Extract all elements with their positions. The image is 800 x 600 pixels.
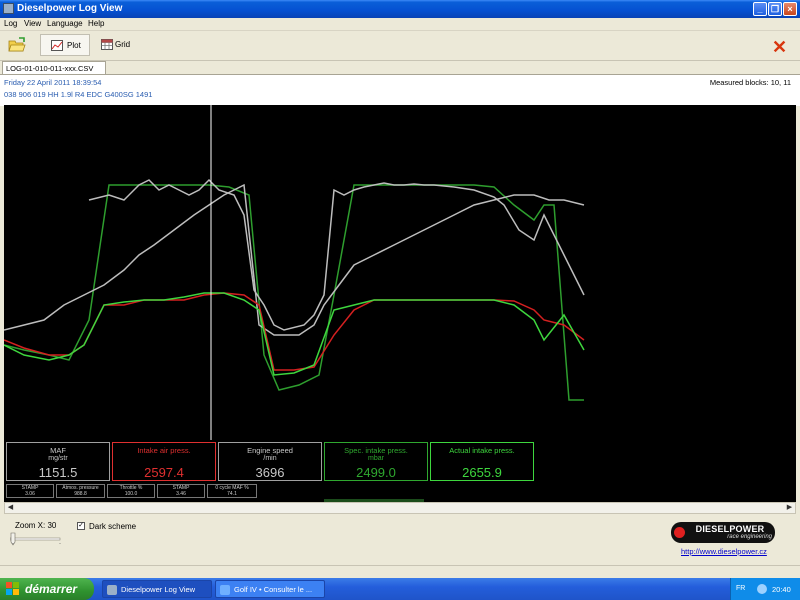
dark-scheme-label[interactable]: Dark scheme	[89, 522, 136, 531]
gauge-spec-intake-press: Spec. intake press. mbar 2499.0	[324, 442, 428, 481]
gauge-name: Actual intake press.	[449, 446, 515, 455]
clock: 20:40	[772, 585, 791, 594]
grid-button[interactable]: Grid	[98, 34, 138, 56]
dieselpower-logo: DIESELPOWER race engineering	[671, 522, 775, 543]
gauge-value: 1151.5	[38, 465, 78, 480]
language-indicator[interactable]: FR	[736, 585, 745, 592]
gauge-engine-speed: Engine speed /min 3696	[218, 442, 322, 481]
grid-label: Grid	[115, 40, 131, 49]
mini-gauge: Throttle % 100.0	[107, 484, 155, 498]
gauge-value: 3696	[255, 465, 285, 480]
scroll-right-arrow-icon[interactable]: ▶	[784, 503, 795, 513]
mini-gauge-value: 74.1	[227, 491, 237, 497]
gauge-name: MAF	[50, 446, 66, 455]
mini-gauge-value: 100.0	[124, 491, 138, 497]
gauge-unit: mg/str	[48, 455, 68, 462]
gauge-maf: MAF mg/str 1151.5	[6, 442, 110, 481]
log-info-panel: Friday 22 April 2011 18:39:54 038 906 01…	[0, 74, 800, 106]
zoom-label: Zoom X: 30	[15, 521, 57, 530]
gauge-value: 2597.4	[144, 465, 184, 480]
measured-blocks: Measured blocks: 10, 11	[709, 78, 791, 87]
window-title: Dieselpower Log View	[17, 3, 123, 14]
gauge-intake-air-press: Intake air press. 2597.4	[112, 442, 216, 481]
app-icon	[3, 3, 14, 14]
windows-logo-icon	[6, 582, 19, 595]
gauge-value: 2499.0	[356, 465, 396, 480]
taskbar: démarrer Dieselpower Log View Golf IV • …	[0, 578, 800, 600]
menu-help[interactable]: Help	[88, 19, 104, 28]
title-bar[interactable]: Dieselpower Log View _ ❐ ×	[0, 0, 800, 18]
plot-label: Plot	[67, 41, 81, 50]
menu-bar: Log View Language Help	[0, 18, 800, 31]
logo-subtitle: race engineering	[727, 534, 772, 540]
start-label: démarrer	[25, 582, 78, 596]
maximize-button[interactable]: ❐	[768, 2, 782, 16]
mini-gauge: STAMP 3.46	[157, 484, 205, 498]
mini-gauge-value: 3.06	[25, 491, 35, 497]
gauge-name: Spec. intake press.	[344, 446, 408, 455]
plot-area[interactable]: MAF mg/str 1151.5 Intake air press. 2597…	[4, 105, 796, 502]
close-log-icon[interactable]: ✕	[772, 38, 788, 56]
dark-scheme-checkbox[interactable]: ✓	[77, 522, 85, 530]
scroll-left-arrow-icon[interactable]: ◀	[5, 503, 16, 513]
ecu-info: 038 906 019 HH 1.9l R4 EDC G400SG 1491	[4, 90, 153, 99]
mini-gauge-value: 3.46	[176, 491, 186, 497]
open-folder-icon[interactable]	[8, 37, 26, 53]
horizontal-scrollbar[interactable]: ◀ ▶	[4, 502, 796, 514]
grid-icon	[101, 39, 113, 50]
browser-icon	[220, 585, 230, 595]
gauge-name: Engine speed	[247, 446, 293, 455]
toolbar: Plot Grid ✕	[0, 31, 800, 61]
gauge-name: Intake air press.	[137, 446, 191, 455]
logo-name: DIESELPOWER	[695, 524, 765, 534]
zoom-slider[interactable]	[10, 532, 62, 546]
gauge-value: 2655.9	[462, 465, 502, 480]
tray-help-icon[interactable]	[757, 584, 767, 594]
plot-icon	[51, 40, 63, 51]
mini-gauge: Atmos. pressure 988.8	[56, 484, 105, 498]
file-tab[interactable]: LOG-01-010-011-xxx.CSV	[2, 61, 106, 74]
series-line-1	[4, 183, 585, 336]
start-button[interactable]: démarrer	[0, 578, 94, 600]
series-line-0	[4, 184, 584, 401]
mini-gauge: 0 cycle MAF % 74.1	[207, 484, 257, 498]
series-line-2	[88, 178, 585, 331]
status-bar	[0, 565, 800, 579]
task-label: Golf IV • Consulter le ...	[234, 585, 313, 594]
minimize-button[interactable]: _	[753, 2, 767, 16]
task-label: Dieselpower Log View	[121, 585, 196, 594]
logo-emblem-icon	[674, 527, 685, 538]
website-link[interactable]: http://www.dieselpower.cz	[681, 547, 767, 556]
taskbar-item-browser[interactable]: Golf IV • Consulter le ...	[215, 580, 325, 598]
gauge-unit: mbar	[368, 455, 384, 462]
menu-view[interactable]: View	[24, 19, 41, 28]
menu-log[interactable]: Log	[4, 19, 17, 28]
log-date: Friday 22 April 2011 18:39:54	[4, 78, 102, 87]
window-close-button[interactable]: ×	[783, 2, 797, 16]
menu-language[interactable]: Language	[47, 19, 83, 28]
gauge-unit: /min	[263, 455, 277, 462]
mini-gauge: STAMP 3.06	[6, 484, 54, 498]
app-icon	[107, 585, 117, 595]
mini-gauge-value: 988.8	[74, 491, 87, 497]
gauge-actual-intake-press: Actual intake press. 2655.9	[430, 442, 534, 481]
taskbar-item-dieselpower[interactable]: Dieselpower Log View	[102, 580, 212, 598]
plot-button[interactable]: Plot	[40, 34, 90, 56]
